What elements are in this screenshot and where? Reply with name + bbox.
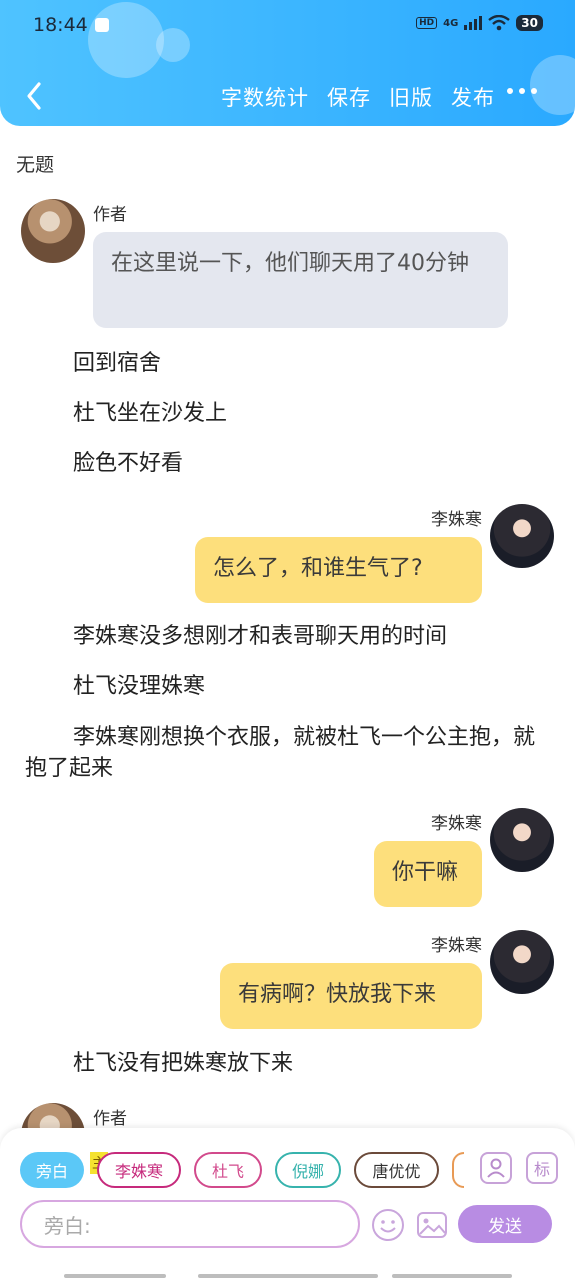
network-label: 4G xyxy=(443,17,459,29)
more-menu-button[interactable] xyxy=(507,88,537,94)
narration-text[interactable]: 脸色不好看 xyxy=(73,448,183,479)
emoji-icon[interactable] xyxy=(371,1208,405,1242)
message-bubble[interactable]: 你干嘛 xyxy=(374,841,482,907)
speaker-name: 李姝寒 xyxy=(431,510,482,530)
status-time: 18:44 xyxy=(33,14,88,36)
role-chip-narration[interactable]: 旁白 xyxy=(20,1152,84,1188)
publish-button[interactable]: 发布 xyxy=(451,82,495,112)
home-indicator xyxy=(64,1274,166,1278)
compose-panel: 旁白 主 李姝寒 杜飞 倪娜 唐优优 标 旁白: 发送 xyxy=(0,1128,575,1280)
narration-text[interactable]: 杜飞坐在沙发上 xyxy=(73,398,227,429)
wifi-icon xyxy=(488,15,511,31)
home-indicator xyxy=(392,1274,512,1278)
old-version-button[interactable]: 旧版 xyxy=(389,82,433,112)
battery-indicator: 30 xyxy=(516,15,543,31)
narration-text[interactable]: 杜飞没有把姝寒放下来 xyxy=(73,1048,293,1079)
chevron-left-icon xyxy=(27,82,41,110)
speaker-name: 作者 xyxy=(93,205,127,225)
message-bubble[interactable]: 在这里说一下，他们聊天用了40分钟 xyxy=(93,232,508,328)
tag-button[interactable]: 标 xyxy=(526,1152,558,1184)
hd-badge: HD xyxy=(416,17,438,29)
role-chip-ni-na[interactable]: 倪娜 xyxy=(275,1152,341,1188)
message-bubble[interactable]: 有病啊？快放我下来 xyxy=(220,963,482,1029)
word-count-button[interactable]: 字数统计 xyxy=(221,82,309,112)
character-manage-icon[interactable] xyxy=(480,1152,512,1184)
send-button[interactable]: 发送 xyxy=(458,1205,552,1243)
dot-icon xyxy=(507,88,513,94)
person-icon xyxy=(487,1158,505,1178)
back-button[interactable] xyxy=(16,76,52,116)
speaker-name: 李姝寒 xyxy=(431,936,482,956)
save-button[interactable]: 保存 xyxy=(327,82,371,112)
role-chip-du-fei[interactable]: 杜飞 xyxy=(194,1152,262,1188)
dot-icon xyxy=(531,88,537,94)
decorative-bubble xyxy=(530,55,575,115)
tag-icon-label: 标 xyxy=(533,1160,550,1179)
narration-text[interactable]: 杜飞没理姝寒 xyxy=(73,671,205,702)
document-title[interactable]: 无题 xyxy=(16,150,54,177)
message-input[interactable]: 旁白: xyxy=(20,1200,360,1248)
nav-actions: 字数统计 保存 旧版 发布 xyxy=(221,82,495,112)
narration-text[interactable]: 李姝寒没多想刚才和表哥聊天用的时间 xyxy=(73,621,447,652)
role-chip-more[interactable] xyxy=(452,1152,464,1188)
image-icon[interactable] xyxy=(415,1208,449,1242)
home-indicator xyxy=(198,1274,378,1278)
input-placeholder: 旁白: xyxy=(44,1213,91,1238)
narration-text[interactable]: 李姝寒刚想换个衣服，就被杜飞一个公主抱，就抱了起来 xyxy=(25,722,545,784)
status-icons: HD 4G 30 xyxy=(416,15,543,31)
character-avatar[interactable] xyxy=(490,930,554,994)
decorative-bubble xyxy=(156,28,190,62)
narration-text[interactable]: 回到宿舍 xyxy=(73,348,161,379)
notification-app-icon xyxy=(95,18,109,32)
role-chip-li-shuhan[interactable]: 李姝寒 xyxy=(97,1152,181,1188)
dot-icon xyxy=(519,88,525,94)
signal-icon xyxy=(464,16,483,30)
character-avatar[interactable] xyxy=(490,504,554,568)
author-avatar[interactable] xyxy=(21,199,85,263)
speaker-name: 李姝寒 xyxy=(431,814,482,834)
message-bubble[interactable]: 怎么了，和谁生气了? xyxy=(195,537,482,603)
role-chip-tang-youyou[interactable]: 唐优优 xyxy=(354,1152,439,1188)
top-app-bar: 18:44 HD 4G 30 字数统计 保存 旧版 发布 xyxy=(0,0,575,126)
speaker-name: 作者 xyxy=(93,1109,127,1129)
decorative-bubble xyxy=(88,2,164,78)
character-avatar[interactable] xyxy=(490,808,554,872)
